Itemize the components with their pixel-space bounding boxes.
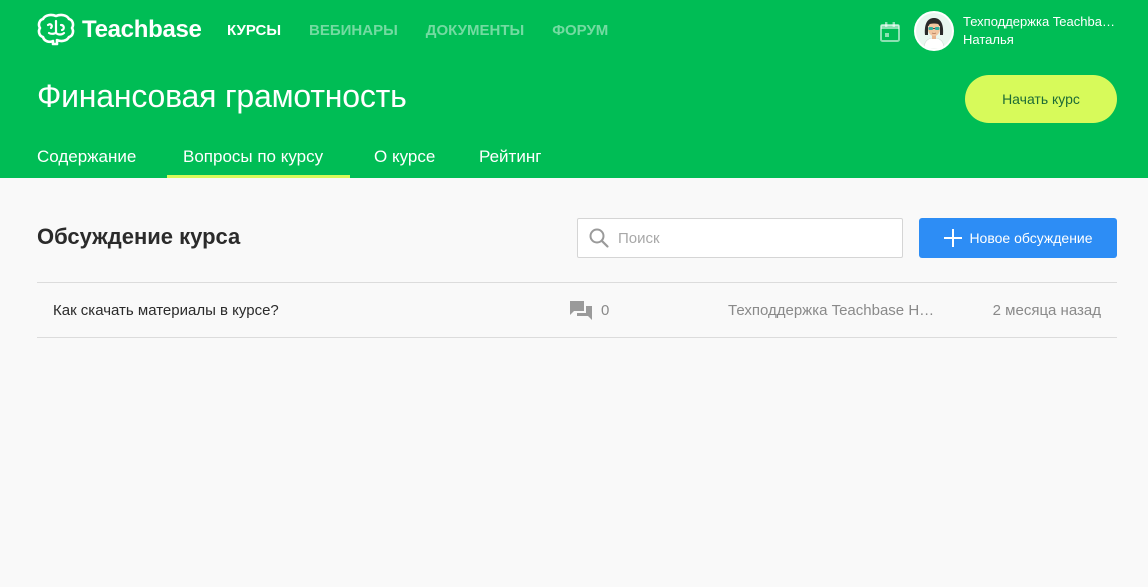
new-discussion-label: Новое обсуждение [969,230,1093,246]
tab-questions[interactable]: Вопросы по курсу [167,140,350,178]
thread-title[interactable]: Как скачать материалы в курсе? [53,302,279,319]
brand-logo[interactable]: Teachbase [37,13,202,47]
avatar [914,11,954,51]
user-name: Техподдержка Teachbase [963,14,1115,29]
tab-rating[interactable]: Рейтинг [463,140,557,178]
search-icon [589,228,609,248]
nav-forum[interactable]: ФОРУМ [552,22,608,40]
course-tabs: Содержание Вопросы по курсу О курсе Рейт… [0,140,1148,178]
comments-count: 0 [601,302,610,319]
user-menu[interactable]: Техподдержка Teachbase Наталья [914,11,1115,51]
calendar-icon[interactable] [879,21,901,43]
start-course-button[interactable]: Начать курс [965,75,1117,123]
course-title: Финансовая грамотность [37,78,407,114]
table-row[interactable]: Как скачать материалы в курсе? 0 Техподд… [37,283,1117,337]
comments-icon [570,301,592,320]
tab-about[interactable]: О курсе [358,140,451,178]
nav-webinars[interactable]: ВЕБИНАРЫ [309,22,398,40]
tab-contents[interactable]: Содержание [21,140,152,178]
discussion-title: Обсуждение курса [37,224,241,249]
nav-courses[interactable]: КУРСЫ [227,22,281,40]
nav-documents[interactable]: ДОКУМЕНТЫ [426,22,524,40]
avatar-illustration [916,13,952,49]
thread-time: 2 месяца назад [992,302,1101,319]
thread-author: Техподдержка Teachbase Наталья [728,302,940,319]
brand-name: Teachbase [82,16,202,43]
top-navigation: КУРСЫ ВЕБИНАРЫ ДОКУМЕНТЫ ФОРУМ [227,22,608,40]
plus-icon [944,229,963,247]
user-subtitle: Наталья [963,32,1014,47]
search-box[interactable] [577,218,903,258]
search-input[interactable] [618,229,888,247]
brain-logo-icon [37,13,75,46]
divider [37,337,1117,338]
header: Teachbase КУРСЫ ВЕБИНАРЫ ДОКУМЕНТЫ ФОРУМ [0,0,1148,178]
new-discussion-button[interactable]: Новое обсуждение [919,218,1117,258]
